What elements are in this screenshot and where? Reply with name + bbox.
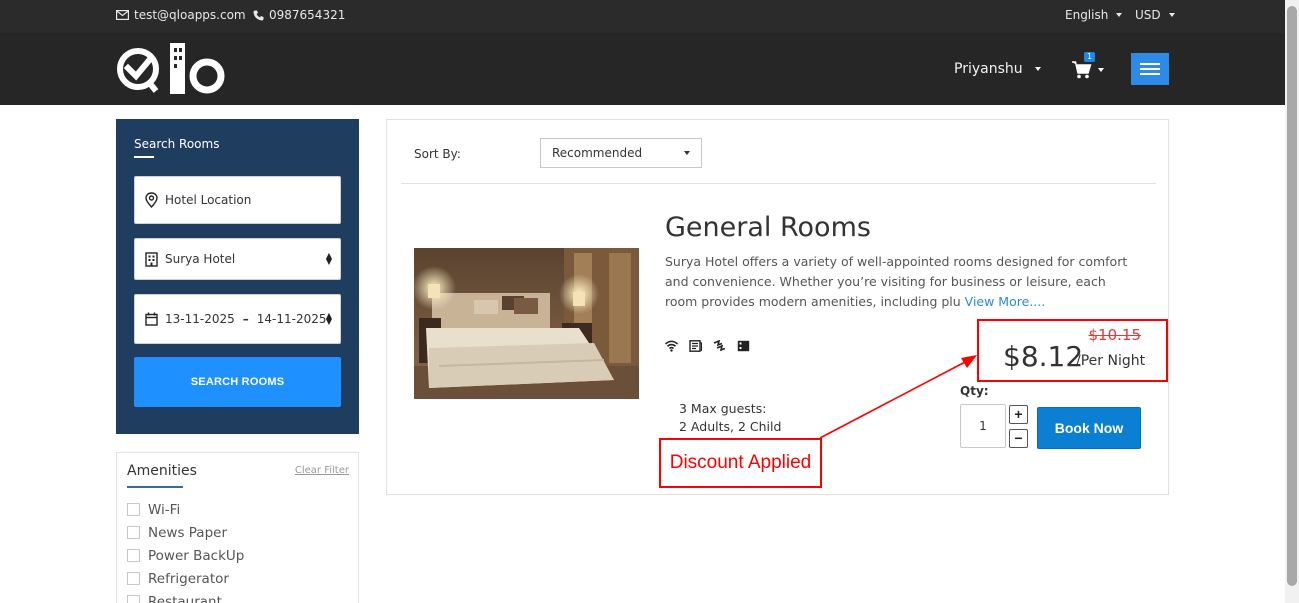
language-selector[interactable]: English [1065,8,1123,22]
search-rooms-button[interactable]: SEARCH ROOMS [134,357,341,407]
room-results-panel: Sort By: Recommended General Rooms Surya… [386,119,1169,495]
sort-by-value: Recommended [552,146,643,160]
menu-bar [1140,68,1160,70]
hotel-select[interactable]: Surya Hotel ▲ ▼ [134,238,341,280]
amenity-label: Wi-Fi [148,501,181,518]
sort-by-label: Sort By: [414,147,461,161]
room-image[interactable] [414,248,639,399]
menu-button[interactable] [1131,53,1169,85]
quantity-input[interactable]: 1 [960,404,1006,448]
language-label: English [1065,8,1109,22]
currency-label: USD [1135,8,1161,22]
amenity-item-news-paper[interactable]: News Paper [127,521,244,544]
amenity-label: Refrigerator [148,570,229,587]
amenities-filter: Amenities Clear Filter Wi-Fi News Paper … [116,452,359,603]
sort-by-select[interactable]: Recommended [540,138,702,168]
currency-selector[interactable]: USD [1135,8,1175,22]
checkbox[interactable] [127,503,140,516]
amenity-label: Restaurant [148,593,222,603]
calendar-icon [145,312,158,326]
contact-phone-text: 0987654321 [269,8,346,22]
room-occupancy: 3 Max guests: 2 Adults, 2 Child [679,400,781,436]
amenity-label: News Paper [148,524,228,541]
discount-annotation: Discount Applied [659,438,822,488]
user-name: Priyanshu [954,61,1023,77]
amenities-title: Amenities [127,463,197,479]
search-rooms-panel: Search Rooms Hotel Location Surya Hotel … [116,119,359,434]
site-header: Priyanshu 1 [0,33,1285,105]
updown-arrows-icon: ▲ ▼ [325,311,332,326]
clear-filter-link[interactable]: Clear Filter [295,465,349,476]
checkbox[interactable] [127,572,140,585]
checkbox[interactable] [127,549,140,562]
check-out-date: 14-11-2025 [256,312,327,326]
scrollbar-thumb[interactable] [1287,6,1297,586]
qty-decrease-button[interactable]: − [1009,429,1028,448]
amenity-item-wifi[interactable]: Wi-Fi [127,498,244,521]
book-now-button[interactable]: Book Now [1037,407,1141,449]
menu-bar [1140,63,1160,65]
search-panel-title: Search Rooms [134,137,220,151]
hotel-location-placeholder: Hotel Location [165,193,252,207]
cart-button[interactable]: 1 [1072,52,1106,81]
date-separator: – [242,312,249,326]
amenity-label: Power BackUp [148,547,245,564]
qlo-logo[interactable] [115,41,227,97]
guests-breakdown: 2 Adults, 2 Child [679,419,782,434]
contact-phone[interactable]: 0987654321 [253,8,345,22]
hotel-select-value: Surya Hotel [165,252,236,266]
divider [401,183,1156,184]
refrigerator-icon [737,340,750,352]
amenity-item-power-backup[interactable]: Power BackUp [127,544,244,567]
top-bar: test@qloapps.com 0987654321 English USD [0,0,1285,33]
discounted-price: $8.12 [1003,340,1084,373]
amenities-list: Wi-Fi News Paper Power BackUp Refrigerat… [127,498,244,603]
checkbox[interactable] [127,526,140,539]
shopping-cart-icon [1072,61,1092,79]
user-menu[interactable]: Priyanshu [954,61,1041,77]
per-night-label: /Per Night [1076,353,1146,369]
original-price: $10.15 [1088,326,1142,344]
phone-icon [253,10,264,20]
title-underline [127,486,183,488]
chevron-down-icon [1034,67,1041,71]
bedroom-photo [414,248,639,399]
updown-arrows-icon: ▲ ▼ [325,251,332,266]
page: test@qloapps.com 0987654321 English USD [0,0,1299,603]
chevron-down-icon [1168,13,1175,17]
map-pin-icon [145,192,158,208]
page-scrollbar[interactable] [1285,0,1299,603]
amenity-item-restaurant[interactable]: Restaurant [127,590,244,603]
chevron-down-icon [684,151,690,155]
room-description: Surya Hotel offers a variety of well-app… [665,252,1135,312]
newspaper-icon [689,340,702,352]
contact-email-text: test@qloapps.com [134,8,246,22]
date-range-picker[interactable]: 13-11-2025 – 14-11-2025 ▲ ▼ [134,294,341,344]
wifi-icon [665,340,678,352]
envelope-icon [116,10,129,20]
title-underline [134,156,154,158]
room-description-text: Surya Hotel offers a variety of well-app… [665,254,1128,309]
contact-email[interactable]: test@qloapps.com [116,8,246,22]
room-amenity-icons [665,340,750,352]
chevron-down-icon [1098,68,1104,72]
room-title[interactable]: General Rooms [665,212,871,243]
qty-label: Qty: [960,384,989,398]
price-box: $10.15 $8.12 /Per Night [977,319,1168,382]
menu-bar [1140,73,1160,75]
cart-count-badge: 1 [1084,52,1096,62]
qty-increase-button[interactable]: + [1009,405,1028,424]
building-icon [145,251,158,267]
view-more-link[interactable]: View More.... [965,294,1046,309]
check-in-date: 13-11-2025 [165,312,235,326]
power-icon [713,340,726,352]
chevron-down-icon [1116,13,1123,17]
checkbox[interactable] [127,595,140,603]
max-guests: 3 Max guests: [679,401,767,416]
hotel-location-input[interactable]: Hotel Location [134,176,341,224]
amenity-item-refrigerator[interactable]: Refrigerator [127,567,244,590]
